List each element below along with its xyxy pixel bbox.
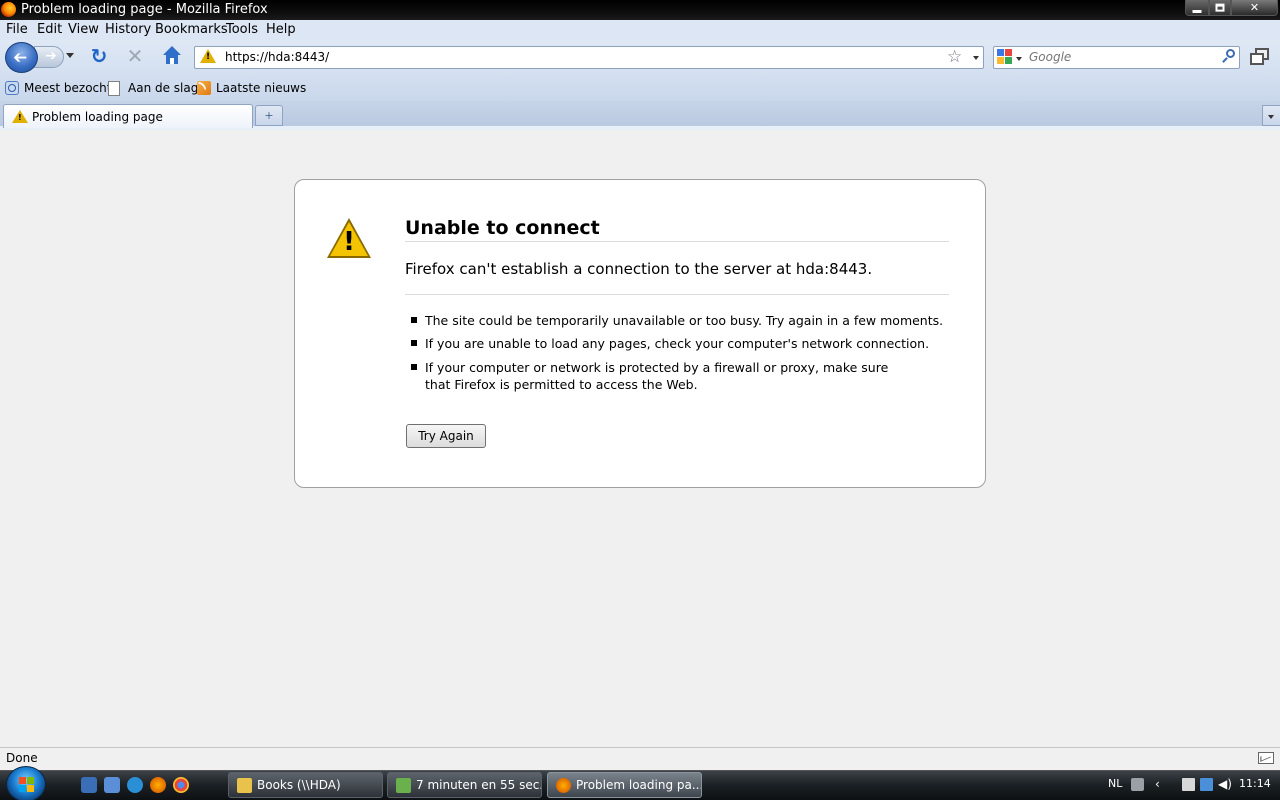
- url-history-dropdown-icon[interactable]: [973, 56, 979, 60]
- bookmark-aan-de-slag[interactable]: Aan de slag: [128, 81, 198, 95]
- forward-button[interactable]: ➔: [34, 46, 64, 68]
- stop-icon[interactable]: ✕: [125, 46, 145, 66]
- window-title-bar[interactable]: Problem loading page - Mozilla Firefox: [0, 0, 1280, 20]
- status-bar: [0, 747, 1280, 769]
- bullet-icon: [411, 340, 417, 346]
- bookmark-star-icon[interactable]: ☆: [947, 47, 962, 67]
- taskbar-button-books[interactable]: Books (\\HDA): [228, 772, 383, 798]
- windows-logo-icon: [19, 777, 35, 792]
- error-suggestion: The site could be temporarily unavailabl…: [425, 313, 944, 328]
- forward-arrow-icon: ➔: [45, 48, 57, 64]
- menu-edit[interactable]: Edit: [37, 22, 62, 37]
- mail-icon[interactable]: [1258, 752, 1274, 764]
- firefox-icon: [556, 778, 571, 793]
- rss-feed-icon: [197, 81, 211, 95]
- warning-triangle-icon: !: [327, 218, 371, 260]
- close-window-button[interactable]: ✕: [1231, 0, 1278, 16]
- volume-icon[interactable]: ◀): [1218, 778, 1232, 791]
- device-icon[interactable]: [1182, 778, 1195, 791]
- error-suggestion: If your computer or network is protected…: [425, 360, 889, 392]
- error-suggestion: If you are unable to load any pages, che…: [425, 336, 930, 351]
- menu-bookmarks[interactable]: Bookmarks: [155, 22, 228, 37]
- tab-label: Problem loading page: [32, 110, 163, 124]
- network-icon[interactable]: [1200, 778, 1213, 791]
- error-title: Unable to connect: [405, 217, 600, 239]
- bullet-icon: [411, 317, 417, 323]
- menu-history[interactable]: History: [105, 22, 151, 37]
- search-engine-dropdown-icon[interactable]: [1016, 57, 1022, 61]
- switch-windows-icon[interactable]: [104, 777, 120, 793]
- menu-help[interactable]: Help: [266, 22, 296, 37]
- history-dropdown-icon[interactable]: [66, 53, 74, 58]
- bullet-icon: [411, 364, 417, 370]
- folder-icon: [237, 778, 252, 793]
- minimize-button[interactable]: [1185, 0, 1209, 16]
- clock[interactable]: 11:14: [1239, 777, 1271, 790]
- bookmark-laatste-nieuws[interactable]: Laatste nieuws: [216, 81, 306, 95]
- divider: [405, 241, 949, 242]
- chrome-icon[interactable]: [173, 777, 189, 793]
- window-title: Problem loading page - Mozilla Firefox: [21, 2, 268, 17]
- home-icon[interactable]: [161, 45, 183, 67]
- try-again-button[interactable]: Try Again: [406, 424, 486, 448]
- keyboard-icon[interactable]: [1131, 778, 1144, 791]
- minimize-icon: [1192, 10, 1202, 13]
- menu-bar: File Edit View History Bookmarks Tools H…: [0, 20, 1280, 40]
- menu-file[interactable]: File: [6, 22, 28, 37]
- back-button[interactable]: ➔: [5, 42, 38, 73]
- show-hidden-icons-icon[interactable]: ‹: [1155, 778, 1168, 791]
- search-icon[interactable]: [1220, 48, 1236, 64]
- search-input[interactable]: [1029, 50, 1209, 64]
- menu-view[interactable]: View: [68, 22, 99, 37]
- most-visited-icon: [5, 81, 19, 95]
- error-short-description: Firefox can't establish a connection to …: [405, 260, 873, 278]
- status-text: Done: [6, 751, 38, 765]
- menu-tools[interactable]: Tools: [226, 22, 258, 37]
- close-icon: ✕: [1249, 0, 1260, 14]
- page-icon: [108, 81, 120, 96]
- url-field[interactable]: https://hda:8443/: [225, 50, 329, 64]
- restore-icon: [1215, 3, 1225, 12]
- taskbar-button-firefox[interactable]: Problem loading pa...: [547, 772, 702, 798]
- back-arrow-icon: ➔: [13, 48, 28, 68]
- firefox-quicklaunch-icon[interactable]: [150, 777, 166, 793]
- new-tab-button[interactable]: +: [255, 105, 283, 126]
- google-engine-icon[interactable]: [997, 49, 1013, 65]
- internet-explorer-icon[interactable]: [127, 777, 143, 793]
- firefox-logo-icon: [1, 2, 16, 17]
- language-indicator[interactable]: NL: [1108, 777, 1122, 790]
- taskbar-button-download[interactable]: 7 minuten en 55 sec...: [387, 772, 542, 798]
- download-icon: [396, 778, 411, 793]
- show-desktop-icon[interactable]: [81, 777, 97, 793]
- maximize-button[interactable]: [1209, 0, 1231, 16]
- list-all-tabs-button[interactable]: [1262, 105, 1280, 126]
- start-button[interactable]: [6, 766, 46, 800]
- error-panel: [294, 179, 986, 488]
- bookmark-meest-bezocht[interactable]: Meest bezocht: [24, 81, 111, 95]
- reload-icon[interactable]: ↻: [89, 46, 109, 66]
- tab-overview-icon[interactable]: [1249, 47, 1271, 67]
- divider: [405, 294, 949, 295]
